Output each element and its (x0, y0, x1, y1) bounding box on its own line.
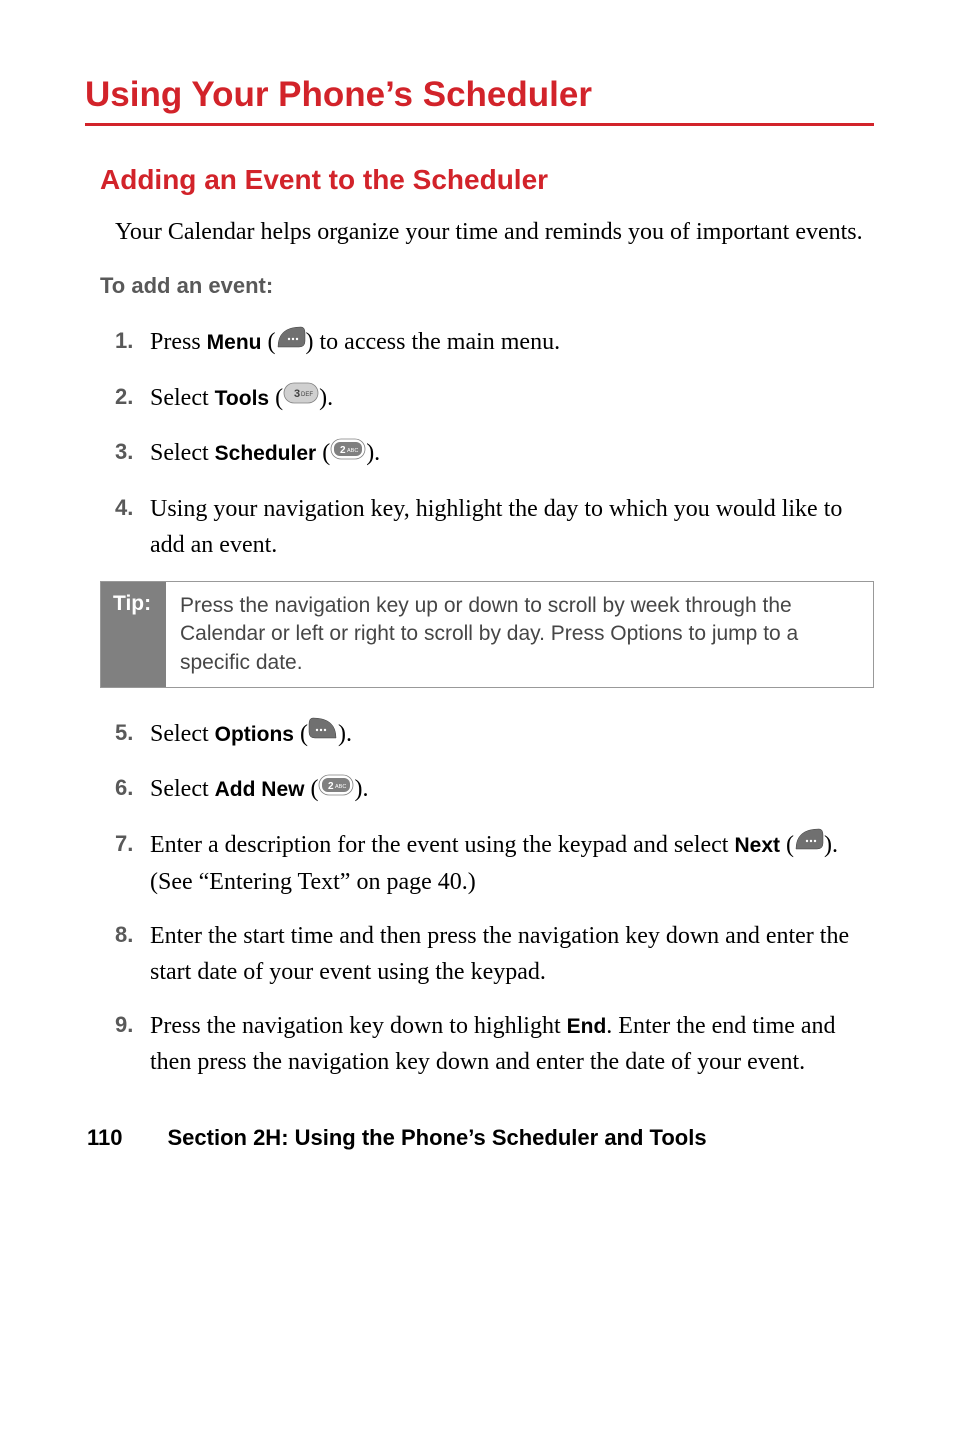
svg-text:2: 2 (340, 445, 346, 456)
steps-list-1: 1. Press Menu ( ) to access the main menu… (85, 324, 874, 562)
step-number: 2. (115, 380, 150, 413)
step-number: 3. (115, 435, 150, 468)
step-text: Using your navigation key, highlight the… (150, 491, 874, 563)
step-number: 6. (115, 771, 150, 804)
subheading: To add an event: (85, 273, 874, 299)
text-run: ( (780, 832, 794, 858)
svg-text:2: 2 (328, 781, 334, 792)
next-label: Next (734, 834, 780, 857)
step-number: 7. (115, 827, 150, 860)
step-item: 2. Select Tools (3DEF). (115, 380, 874, 417)
step-text: Press the navigation key down to highlig… (150, 1008, 874, 1080)
title-rule (85, 123, 874, 126)
page-footer: 110 Section 2H: Using the Phone’s Schedu… (85, 1125, 874, 1151)
tip-callout: Tip: Press the navigation key up or down… (100, 581, 874, 688)
text-run: ( (316, 440, 330, 466)
options-label: Options (215, 723, 294, 746)
key-2abc-icon: 2ABC (318, 771, 354, 807)
footer-section-label: Section 2H: Using the Phone’s Scheduler … (168, 1125, 707, 1151)
text-run: ). (319, 385, 333, 411)
step-item: 9. Press the navigation key down to high… (115, 1008, 874, 1080)
steps-list-2: 5. Select Options (). 6. Select Add New … (85, 716, 874, 1080)
tip-label: Tip: (101, 582, 166, 687)
step-text: Select Add New (2ABC). (150, 771, 874, 808)
step-item: 8. Enter the start time and then press t… (115, 918, 874, 990)
step-item: 6. Select Add New (2ABC). (115, 771, 874, 808)
step-text: Enter a description for the event using … (150, 827, 874, 900)
scheduler-label: Scheduler (215, 442, 317, 465)
step-item: 5. Select Options (). (115, 716, 874, 753)
softkey-left-icon (276, 324, 306, 360)
key-2abc-icon: 2ABC (330, 435, 366, 471)
addnew-label: Add New (215, 778, 305, 801)
text-run: Select (150, 776, 215, 802)
text-run: ). (366, 440, 380, 466)
key-3def-icon: 3DEF (283, 379, 319, 415)
step-text: Press Menu ( ) to access the main menu. (150, 324, 874, 361)
step-number: 5. (115, 716, 150, 749)
page-title: Using Your Phone’s Scheduler (85, 75, 874, 115)
step-number: 4. (115, 491, 150, 524)
text-run: Press the navigation key down to highlig… (150, 1013, 567, 1039)
softkey-left-icon (794, 826, 824, 862)
tools-label: Tools (215, 387, 269, 410)
end-label: End (567, 1015, 607, 1038)
text-run: ). (354, 776, 368, 802)
step-text: Select Tools (3DEF). (150, 380, 874, 417)
text-run: ( (304, 776, 318, 802)
text-run: Select (150, 440, 215, 466)
step-item: 4. Using your navigation key, highlight … (115, 491, 874, 563)
section-heading: Adding an Event to the Scheduler (85, 164, 874, 196)
step-number: 1. (115, 324, 150, 357)
step-text: Enter the start time and then press the … (150, 918, 874, 990)
step-text: Select Scheduler (2ABC). (150, 435, 874, 472)
text-run: ( (294, 721, 308, 747)
svg-text:DEF: DEF (301, 392, 313, 398)
intro-paragraph: Your Calendar helps organize your time a… (85, 216, 874, 248)
menu-label: Menu (207, 331, 262, 354)
text-run: ( (269, 385, 283, 411)
tip-text: Press the navigation key up or down to s… (166, 582, 873, 687)
svg-text:ABC: ABC (347, 448, 358, 454)
text-run: ) to access the main menu. (306, 329, 561, 355)
step-item: 7. Enter a description for the event usi… (115, 827, 874, 900)
step-text: Select Options (). (150, 716, 874, 753)
text-run: Press (150, 329, 207, 355)
text-run: ( (262, 329, 276, 355)
text-run: Select (150, 721, 215, 747)
text-run: Enter a description for the event using … (150, 832, 734, 858)
page-number: 110 (87, 1125, 123, 1151)
svg-text:3: 3 (294, 388, 300, 400)
text-run: Select (150, 385, 215, 411)
step-item: 3. Select Scheduler (2ABC). (115, 435, 874, 472)
step-number: 8. (115, 918, 150, 951)
step-item: 1. Press Menu ( ) to access the main menu… (115, 324, 874, 361)
softkey-right-icon (308, 715, 338, 751)
svg-text:ABC: ABC (335, 784, 346, 790)
text-run: ). (338, 721, 352, 747)
step-number: 9. (115, 1008, 150, 1041)
